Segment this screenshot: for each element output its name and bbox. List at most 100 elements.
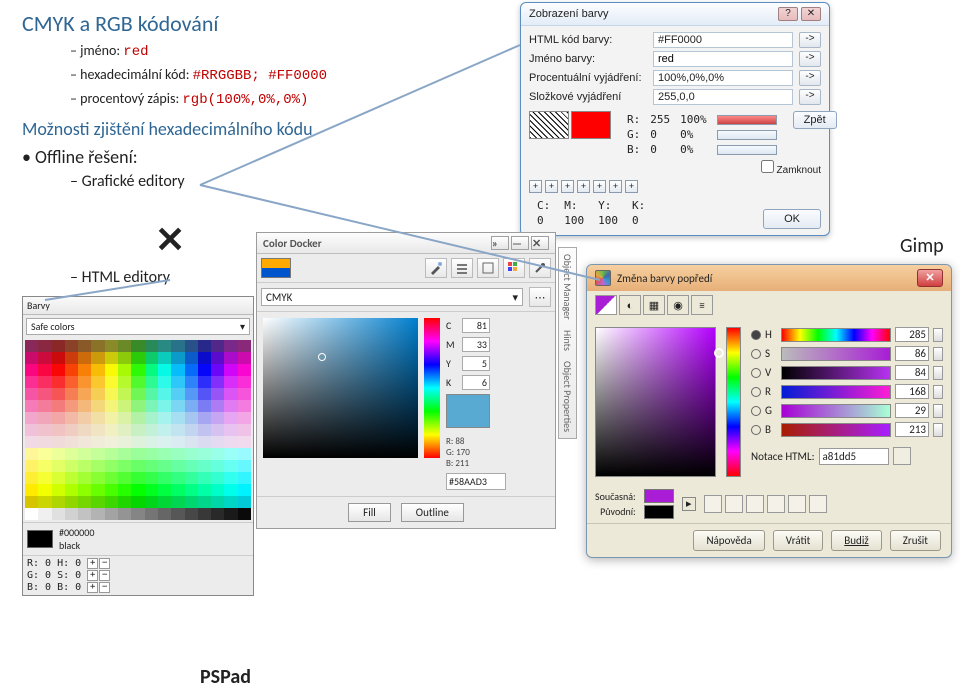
color-cell[interactable] (52, 460, 65, 472)
color-cell[interactable] (158, 388, 171, 400)
val-slozky[interactable]: 255,0,0 (653, 89, 793, 105)
color-cell[interactable] (65, 352, 78, 364)
mode-select[interactable]: CMYK▾ (261, 288, 523, 306)
color-cell[interactable] (145, 436, 158, 448)
color-cell[interactable] (224, 460, 237, 472)
plus-button[interactable]: + (609, 180, 622, 193)
color-cell[interactable] (78, 364, 91, 376)
color-cell[interactable] (185, 496, 198, 508)
color-cell[interactable] (238, 448, 251, 460)
hue-bar[interactable] (424, 318, 440, 458)
color-cell[interactable] (91, 436, 104, 448)
color-cell[interactable] (185, 400, 198, 412)
color-cell[interactable] (171, 400, 184, 412)
grad-s[interactable] (781, 347, 891, 361)
color-cell[interactable] (224, 400, 237, 412)
color-cell[interactable] (185, 472, 198, 484)
color-cell[interactable] (118, 424, 131, 436)
color-cell[interactable] (91, 484, 104, 496)
radio-r[interactable] (751, 387, 761, 397)
color-cell[interactable] (185, 424, 198, 436)
color-cell[interactable] (38, 508, 51, 520)
color-cell[interactable] (78, 424, 91, 436)
color-cell[interactable] (78, 412, 91, 424)
color-cell[interactable] (238, 424, 251, 436)
color-cell[interactable] (131, 400, 144, 412)
tool-palette-icon[interactable] (503, 258, 525, 278)
color-cell[interactable] (38, 376, 51, 388)
num-v[interactable]: 84 (895, 365, 929, 380)
color-cell[interactable] (65, 388, 78, 400)
color-cell[interactable] (118, 400, 131, 412)
color-cell[interactable] (131, 424, 144, 436)
color-cell[interactable] (198, 376, 211, 388)
color-cell[interactable] (105, 424, 118, 436)
gimp-hue-bar[interactable] (726, 327, 741, 477)
color-cell[interactable] (211, 340, 224, 352)
color-cell[interactable] (211, 484, 224, 496)
history-swatch[interactable] (704, 495, 722, 513)
color-cell[interactable] (171, 472, 184, 484)
color-cell[interactable] (158, 484, 171, 496)
color-cell[interactable] (171, 424, 184, 436)
color-cell[interactable] (224, 388, 237, 400)
color-cell[interactable] (198, 364, 211, 376)
color-cell[interactable] (238, 352, 251, 364)
color-cell[interactable] (185, 376, 198, 388)
color-cell[interactable] (105, 364, 118, 376)
color-cell[interactable] (145, 352, 158, 364)
color-cell[interactable] (52, 424, 65, 436)
color-cell[interactable] (65, 496, 78, 508)
color-cell[interactable] (238, 460, 251, 472)
grad-h[interactable] (781, 328, 891, 342)
zamknout-checkbox[interactable] (761, 160, 774, 173)
val-y[interactable]: 5 (462, 356, 490, 371)
color-cell[interactable] (65, 508, 78, 520)
color-cell[interactable] (78, 376, 91, 388)
arrow-button[interactable]: -> (799, 32, 821, 48)
color-cell[interactable] (118, 340, 131, 352)
color-cell[interactable] (65, 484, 78, 496)
color-cell[interactable] (52, 364, 65, 376)
minus-button[interactable]: − (99, 558, 110, 569)
color-cell[interactable] (145, 412, 158, 424)
color-cell[interactable] (158, 496, 171, 508)
color-cell[interactable] (91, 496, 104, 508)
color-cell[interactable] (185, 484, 198, 496)
arrow-button[interactable]: -> (799, 89, 821, 105)
color-cell[interactable] (118, 472, 131, 484)
color-cell[interactable] (224, 472, 237, 484)
help-icon[interactable]: ? (778, 7, 798, 21)
color-cell[interactable] (118, 388, 131, 400)
radio-h[interactable] (751, 330, 761, 340)
color-cell[interactable] (131, 340, 144, 352)
val-m[interactable]: 33 (462, 337, 490, 352)
color-cell[interactable] (38, 388, 51, 400)
plus-button[interactable]: + (87, 558, 98, 569)
color-cell[interactable] (105, 496, 118, 508)
color-cell[interactable] (25, 364, 38, 376)
tool-sliders-icon[interactable]: ≡ (691, 295, 713, 315)
color-cell[interactable] (171, 496, 184, 508)
color-cell[interactable] (105, 484, 118, 496)
color-cell[interactable] (145, 424, 158, 436)
help-button[interactable]: Nápověda (693, 530, 764, 551)
tool-dropper2-icon[interactable] (529, 258, 551, 278)
color-cell[interactable] (171, 436, 184, 448)
color-cell[interactable] (78, 448, 91, 460)
radio-g[interactable] (751, 406, 761, 416)
color-cell[interactable] (171, 484, 184, 496)
plus-button[interactable]: + (593, 180, 606, 193)
color-cell[interactable] (52, 340, 65, 352)
color-cell[interactable] (25, 472, 38, 484)
color-cell[interactable] (158, 412, 171, 424)
color-cell[interactable] (52, 472, 65, 484)
zpet-button[interactable]: Zpět (793, 111, 837, 129)
color-cell[interactable] (224, 508, 237, 520)
color-cell[interactable] (224, 424, 237, 436)
color-cell[interactable] (238, 508, 251, 520)
bar-g[interactable] (717, 130, 777, 140)
color-cell[interactable] (198, 436, 211, 448)
color-cell[interactable] (185, 436, 198, 448)
spin-icon[interactable] (933, 366, 943, 380)
